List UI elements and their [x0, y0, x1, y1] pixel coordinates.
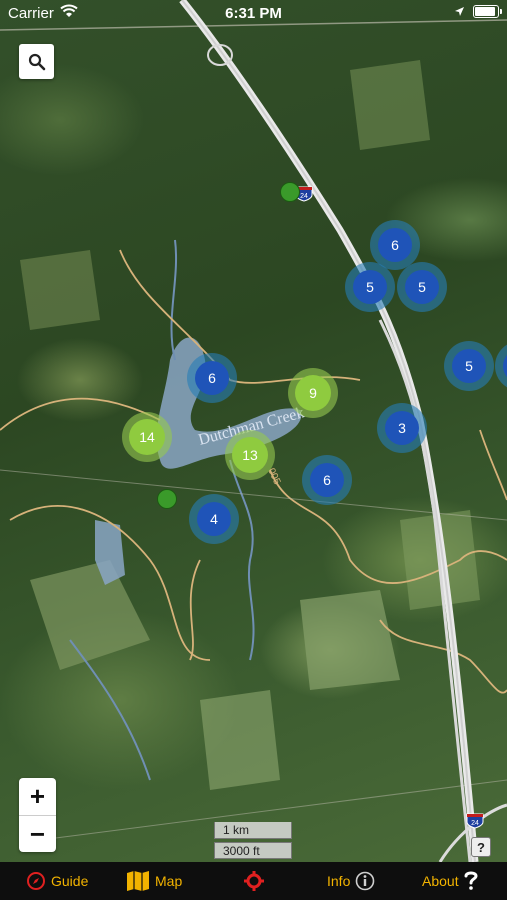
scale-metric: 1 km	[214, 822, 292, 839]
cluster-marker[interactable]: 14	[122, 412, 172, 462]
cluster-count: 6	[378, 228, 412, 262]
compass-icon	[27, 872, 45, 890]
status-time: 6:31 PM	[225, 5, 282, 22]
tab-guide-label: Guide	[51, 873, 89, 889]
cluster-marker[interactable]: 6	[302, 455, 352, 505]
zoom-control: + −	[19, 778, 56, 852]
svg-text:24: 24	[300, 193, 308, 200]
tab-info[interactable]: Info	[327, 862, 375, 900]
map-help-button[interactable]: ?	[471, 837, 491, 857]
cluster-marker[interactable]: 9	[288, 368, 338, 418]
svg-text:24: 24	[471, 820, 479, 827]
location-marker[interactable]	[157, 489, 177, 509]
search-button[interactable]	[19, 44, 54, 79]
cluster-marker[interactable]: 5	[444, 341, 494, 391]
map-icon	[127, 871, 149, 891]
cluster-marker[interactable]: 6	[187, 353, 237, 403]
cluster-count: 5	[405, 270, 439, 304]
status-bar: Carrier 6:31 PM	[0, 0, 507, 28]
cluster-count: 6	[310, 463, 344, 497]
interstate-shield: 24	[466, 813, 484, 829]
cluster-count: 4	[197, 502, 231, 536]
scale-imperial: 3000 ft	[214, 842, 292, 859]
target-icon	[244, 871, 264, 891]
tab-locate[interactable]	[243, 862, 265, 900]
cluster-count: 5	[353, 270, 387, 304]
tab-about-label: About	[422, 873, 459, 889]
search-icon	[28, 53, 45, 70]
scale-bar: 1 km 3000 ft	[214, 822, 292, 859]
battery-icon	[473, 5, 502, 18]
tab-info-label: Info	[327, 873, 351, 889]
location-arrow-icon	[455, 7, 464, 16]
cluster-count: 9	[295, 375, 331, 411]
cluster-count: 3	[385, 411, 419, 445]
tab-map-label: Map	[155, 873, 183, 889]
cluster-count: 13	[232, 437, 268, 473]
tab-bar: Guide Map Info About	[0, 862, 507, 900]
tab-map[interactable]: Map	[126, 862, 182, 900]
cluster-marker[interactable]: 13	[225, 430, 275, 480]
cluster-count: 6	[195, 361, 229, 395]
cluster-count: 14	[129, 419, 165, 455]
cluster-marker[interactable]: 5	[397, 262, 447, 312]
cluster-count: 5	[452, 349, 486, 383]
cluster-marker[interactable]: 5	[345, 262, 395, 312]
tab-about[interactable]: About	[422, 862, 478, 900]
tab-guide[interactable]: Guide	[26, 862, 88, 900]
info-icon	[356, 871, 375, 891]
location-marker[interactable]	[280, 182, 300, 202]
cluster-marker[interactable]: 3	[377, 403, 427, 453]
map-view[interactable]: Dutchman Creek 005 24 24 6 5 5 5 6 9 14 …	[0, 0, 507, 862]
question-icon	[464, 871, 478, 890]
cluster-marker[interactable]: 4	[189, 494, 239, 544]
zoom-out-button[interactable]: −	[19, 816, 56, 853]
zoom-in-button[interactable]: +	[19, 778, 56, 816]
